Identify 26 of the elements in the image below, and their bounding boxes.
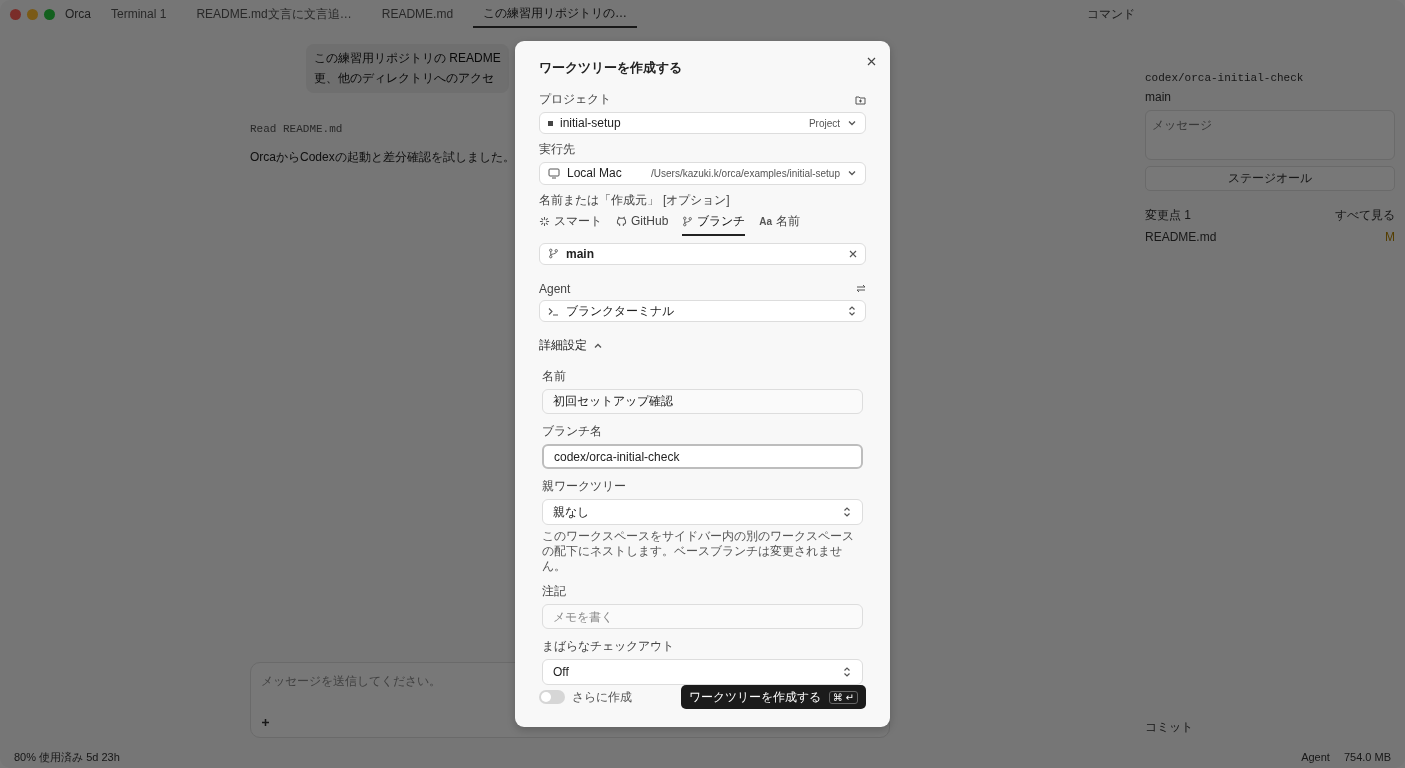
field-label: プロジェクト [539, 91, 611, 108]
field-label: 名前 [542, 368, 566, 386]
message-line: 更、他のディレクトリへのアクセ [314, 70, 495, 87]
base-branch: main [1145, 90, 1172, 104]
field-label: 名前または「作成元」 [539, 191, 659, 209]
tool-call-line: Read README.md [250, 123, 343, 135]
message-line: この練習用リポジトリの README [314, 50, 501, 67]
field-label: Agent [539, 281, 571, 296]
field-label: まばらなチェックアウト [542, 638, 674, 655]
text-icon: Aa [759, 215, 773, 227]
file-status: M [1385, 230, 1395, 244]
commits-header: コミット [1145, 719, 1194, 736]
usage-indicator: 80% 使用済み 5d 23h [14, 749, 120, 765]
app-name: Orca [65, 7, 91, 21]
field-label: 実行先 [539, 141, 575, 159]
memory-usage: 754.0 MB [1343, 751, 1391, 763]
optional-hint: [オプション] [663, 191, 730, 209]
field-label: 注記 [542, 583, 566, 600]
changes-header: 変更点 1 [1145, 207, 1191, 224]
branch-name: codex/orca-initial-check [1145, 72, 1305, 84]
help-text: このワークスペースをサイドバー内の別のワークスペースの配下にネストします。ベースブランチは変更されません。 [542, 529, 855, 574]
dialog-title: ワークツリーを作成する [539, 59, 683, 77]
field-label: 親ワークツリー [542, 478, 626, 496]
switch-label: さらに作成 [572, 688, 632, 706]
assistant-reply: OrcaからCodexの起動と差分確認を試しました。 [250, 149, 515, 166]
field-label: ブランチ名 [542, 423, 602, 441]
